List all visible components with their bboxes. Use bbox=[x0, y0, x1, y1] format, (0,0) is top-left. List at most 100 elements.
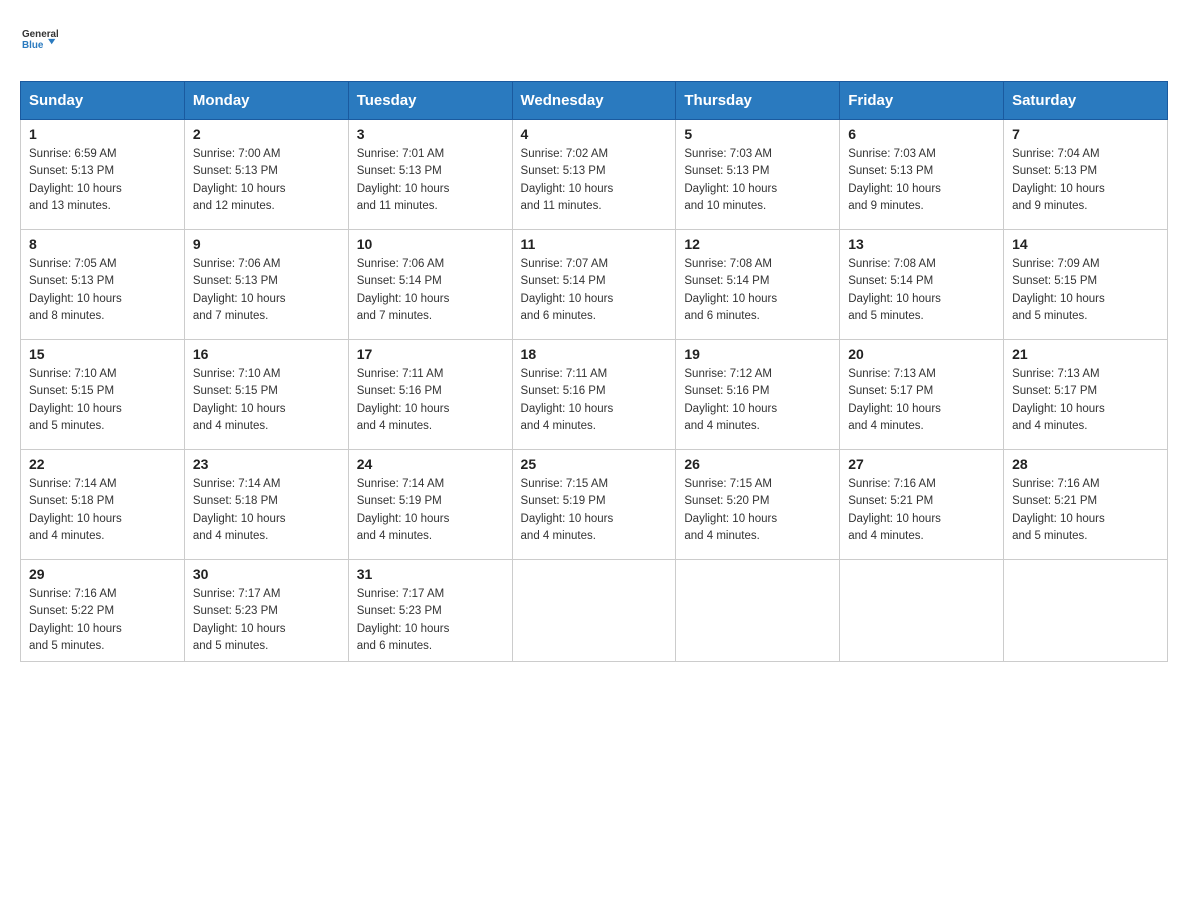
day-number: 2 bbox=[193, 126, 340, 142]
page-header: General Blue bbox=[20, 20, 1168, 61]
day-info: Sunrise: 7:12 AM Sunset: 5:16 PM Dayligh… bbox=[684, 366, 831, 435]
calendar-week-2: 8 Sunrise: 7:05 AM Sunset: 5:13 PM Dayli… bbox=[21, 230, 1168, 340]
calendar-cell: 25 Sunrise: 7:15 AM Sunset: 5:19 PM Dayl… bbox=[512, 450, 676, 560]
day-info: Sunrise: 6:59 AM Sunset: 5:13 PM Dayligh… bbox=[29, 146, 176, 215]
calendar-cell: 8 Sunrise: 7:05 AM Sunset: 5:13 PM Dayli… bbox=[21, 230, 185, 340]
calendar-cell: 6 Sunrise: 7:03 AM Sunset: 5:13 PM Dayli… bbox=[840, 120, 1004, 230]
day-info: Sunrise: 7:11 AM Sunset: 5:16 PM Dayligh… bbox=[357, 366, 504, 435]
calendar-cell bbox=[1004, 560, 1168, 662]
calendar-week-5: 29 Sunrise: 7:16 AM Sunset: 5:22 PM Dayl… bbox=[21, 560, 1168, 662]
calendar-cell: 7 Sunrise: 7:04 AM Sunset: 5:13 PM Dayli… bbox=[1004, 120, 1168, 230]
day-number: 18 bbox=[521, 346, 668, 362]
calendar-cell: 24 Sunrise: 7:14 AM Sunset: 5:19 PM Dayl… bbox=[348, 450, 512, 560]
calendar-cell: 12 Sunrise: 7:08 AM Sunset: 5:14 PM Dayl… bbox=[676, 230, 840, 340]
day-info: Sunrise: 7:16 AM Sunset: 5:21 PM Dayligh… bbox=[848, 476, 995, 545]
day-number: 26 bbox=[684, 456, 831, 472]
day-number: 8 bbox=[29, 236, 176, 252]
calendar-cell: 20 Sunrise: 7:13 AM Sunset: 5:17 PM Dayl… bbox=[840, 340, 1004, 450]
weekday-header-row: SundayMondayTuesdayWednesdayThursdayFrid… bbox=[21, 82, 1168, 120]
day-number: 16 bbox=[193, 346, 340, 362]
day-number: 28 bbox=[1012, 456, 1159, 472]
day-number: 21 bbox=[1012, 346, 1159, 362]
calendar-cell: 30 Sunrise: 7:17 AM Sunset: 5:23 PM Dayl… bbox=[184, 560, 348, 662]
calendar-cell: 5 Sunrise: 7:03 AM Sunset: 5:13 PM Dayli… bbox=[676, 120, 840, 230]
calendar-week-1: 1 Sunrise: 6:59 AM Sunset: 5:13 PM Dayli… bbox=[21, 120, 1168, 230]
calendar-cell: 13 Sunrise: 7:08 AM Sunset: 5:14 PM Dayl… bbox=[840, 230, 1004, 340]
calendar-cell bbox=[840, 560, 1004, 662]
day-number: 22 bbox=[29, 456, 176, 472]
calendar-cell: 15 Sunrise: 7:10 AM Sunset: 5:15 PM Dayl… bbox=[21, 340, 185, 450]
calendar-cell bbox=[512, 560, 676, 662]
day-info: Sunrise: 7:06 AM Sunset: 5:13 PM Dayligh… bbox=[193, 256, 340, 325]
day-info: Sunrise: 7:04 AM Sunset: 5:13 PM Dayligh… bbox=[1012, 146, 1159, 215]
day-info: Sunrise: 7:17 AM Sunset: 5:23 PM Dayligh… bbox=[193, 586, 340, 655]
calendar-table: SundayMondayTuesdayWednesdayThursdayFrid… bbox=[20, 81, 1168, 662]
day-number: 29 bbox=[29, 566, 176, 582]
day-number: 25 bbox=[521, 456, 668, 472]
day-info: Sunrise: 7:15 AM Sunset: 5:19 PM Dayligh… bbox=[521, 476, 668, 545]
day-number: 17 bbox=[357, 346, 504, 362]
calendar-cell: 16 Sunrise: 7:10 AM Sunset: 5:15 PM Dayl… bbox=[184, 340, 348, 450]
calendar-cell: 14 Sunrise: 7:09 AM Sunset: 5:15 PM Dayl… bbox=[1004, 230, 1168, 340]
day-number: 10 bbox=[357, 236, 504, 252]
day-info: Sunrise: 7:14 AM Sunset: 5:19 PM Dayligh… bbox=[357, 476, 504, 545]
svg-text:Blue: Blue bbox=[22, 40, 44, 51]
day-number: 5 bbox=[684, 126, 831, 142]
day-info: Sunrise: 7:14 AM Sunset: 5:18 PM Dayligh… bbox=[29, 476, 176, 545]
day-info: Sunrise: 7:00 AM Sunset: 5:13 PM Dayligh… bbox=[193, 146, 340, 215]
calendar-cell: 9 Sunrise: 7:06 AM Sunset: 5:13 PM Dayli… bbox=[184, 230, 348, 340]
day-info: Sunrise: 7:08 AM Sunset: 5:14 PM Dayligh… bbox=[684, 256, 831, 325]
calendar-cell: 11 Sunrise: 7:07 AM Sunset: 5:14 PM Dayl… bbox=[512, 230, 676, 340]
calendar-cell: 27 Sunrise: 7:16 AM Sunset: 5:21 PM Dayl… bbox=[840, 450, 1004, 560]
day-info: Sunrise: 7:02 AM Sunset: 5:13 PM Dayligh… bbox=[521, 146, 668, 215]
day-info: Sunrise: 7:16 AM Sunset: 5:21 PM Dayligh… bbox=[1012, 476, 1159, 545]
day-number: 30 bbox=[193, 566, 340, 582]
day-number: 12 bbox=[684, 236, 831, 252]
day-number: 19 bbox=[684, 346, 831, 362]
weekday-header-saturday: Saturday bbox=[1004, 82, 1168, 120]
day-info: Sunrise: 7:03 AM Sunset: 5:13 PM Dayligh… bbox=[684, 146, 831, 215]
calendar-cell: 10 Sunrise: 7:06 AM Sunset: 5:14 PM Dayl… bbox=[348, 230, 512, 340]
logo-icon: General Blue bbox=[22, 20, 58, 56]
day-info: Sunrise: 7:13 AM Sunset: 5:17 PM Dayligh… bbox=[848, 366, 995, 435]
calendar-cell: 2 Sunrise: 7:00 AM Sunset: 5:13 PM Dayli… bbox=[184, 120, 348, 230]
day-info: Sunrise: 7:07 AM Sunset: 5:14 PM Dayligh… bbox=[521, 256, 668, 325]
calendar-cell: 3 Sunrise: 7:01 AM Sunset: 5:13 PM Dayli… bbox=[348, 120, 512, 230]
weekday-header-sunday: Sunday bbox=[21, 82, 185, 120]
day-number: 11 bbox=[521, 236, 668, 252]
day-number: 6 bbox=[848, 126, 995, 142]
logo: General Blue bbox=[20, 20, 58, 61]
weekday-header-wednesday: Wednesday bbox=[512, 82, 676, 120]
day-info: Sunrise: 7:11 AM Sunset: 5:16 PM Dayligh… bbox=[521, 366, 668, 435]
calendar-cell: 1 Sunrise: 6:59 AM Sunset: 5:13 PM Dayli… bbox=[21, 120, 185, 230]
calendar-cell bbox=[676, 560, 840, 662]
day-number: 27 bbox=[848, 456, 995, 472]
day-info: Sunrise: 7:05 AM Sunset: 5:13 PM Dayligh… bbox=[29, 256, 176, 325]
calendar-week-3: 15 Sunrise: 7:10 AM Sunset: 5:15 PM Dayl… bbox=[21, 340, 1168, 450]
calendar-cell: 4 Sunrise: 7:02 AM Sunset: 5:13 PM Dayli… bbox=[512, 120, 676, 230]
day-number: 24 bbox=[357, 456, 504, 472]
day-info: Sunrise: 7:14 AM Sunset: 5:18 PM Dayligh… bbox=[193, 476, 340, 545]
day-info: Sunrise: 7:10 AM Sunset: 5:15 PM Dayligh… bbox=[29, 366, 176, 435]
calendar-cell: 29 Sunrise: 7:16 AM Sunset: 5:22 PM Dayl… bbox=[21, 560, 185, 662]
calendar-cell: 17 Sunrise: 7:11 AM Sunset: 5:16 PM Dayl… bbox=[348, 340, 512, 450]
day-info: Sunrise: 7:06 AM Sunset: 5:14 PM Dayligh… bbox=[357, 256, 504, 325]
calendar-cell: 22 Sunrise: 7:14 AM Sunset: 5:18 PM Dayl… bbox=[21, 450, 185, 560]
day-number: 7 bbox=[1012, 126, 1159, 142]
weekday-header-monday: Monday bbox=[184, 82, 348, 120]
weekday-header-tuesday: Tuesday bbox=[348, 82, 512, 120]
day-info: Sunrise: 7:15 AM Sunset: 5:20 PM Dayligh… bbox=[684, 476, 831, 545]
day-number: 15 bbox=[29, 346, 176, 362]
calendar-cell: 18 Sunrise: 7:11 AM Sunset: 5:16 PM Dayl… bbox=[512, 340, 676, 450]
calendar-cell: 23 Sunrise: 7:14 AM Sunset: 5:18 PM Dayl… bbox=[184, 450, 348, 560]
calendar-cell: 19 Sunrise: 7:12 AM Sunset: 5:16 PM Dayl… bbox=[676, 340, 840, 450]
day-number: 31 bbox=[357, 566, 504, 582]
calendar-cell: 21 Sunrise: 7:13 AM Sunset: 5:17 PM Dayl… bbox=[1004, 340, 1168, 450]
day-number: 13 bbox=[848, 236, 995, 252]
svg-text:General: General bbox=[22, 29, 58, 40]
day-number: 9 bbox=[193, 236, 340, 252]
day-number: 23 bbox=[193, 456, 340, 472]
day-info: Sunrise: 7:03 AM Sunset: 5:13 PM Dayligh… bbox=[848, 146, 995, 215]
day-number: 4 bbox=[521, 126, 668, 142]
calendar-cell: 26 Sunrise: 7:15 AM Sunset: 5:20 PM Dayl… bbox=[676, 450, 840, 560]
